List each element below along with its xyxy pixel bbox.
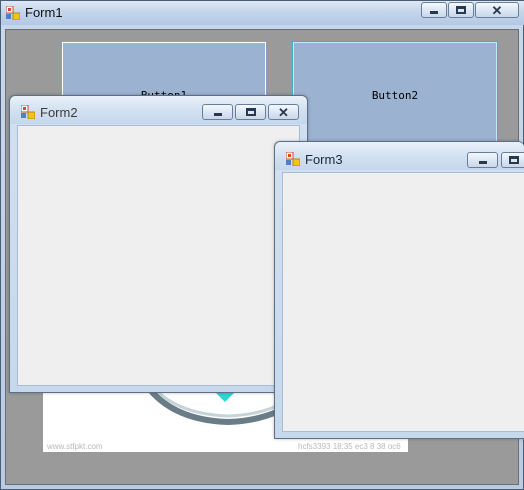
form1-titlebar[interactable]: Form1 ✕: [1, 1, 524, 25]
minimize-icon: [430, 11, 438, 14]
minimize-icon: [478, 161, 487, 164]
form3-maximize-button[interactable]: [501, 152, 524, 168]
form2-titlebar[interactable]: Form2 ✕: [10, 96, 307, 124]
form2-window: Form2 ✕: [9, 95, 308, 393]
watermark-right: hcfs3393 18:35 ec3 8 38 oc6: [298, 442, 401, 451]
minimize-icon: [213, 113, 222, 116]
form1-close-button[interactable]: ✕: [475, 2, 519, 18]
form1-app-icon: [5, 5, 21, 21]
button2-label: Button2: [371, 89, 419, 102]
form3-minimize-button[interactable]: [467, 152, 498, 168]
form2-app-icon: [20, 104, 36, 120]
maximize-icon: [508, 156, 519, 164]
maximize-icon: [245, 108, 256, 116]
form3-title: Form3: [305, 152, 343, 167]
form2-title: Form2: [40, 105, 78, 120]
form3-app-icon: [285, 151, 301, 167]
form2-maximize-button[interactable]: [235, 104, 266, 120]
button2[interactable]: Button2: [292, 41, 498, 151]
form1-title: Form1: [25, 5, 63, 20]
form1-minimize-button[interactable]: [421, 2, 447, 18]
watermark-left: www.stfpkt.com: [47, 442, 103, 451]
form3-titlebar[interactable]: Form3: [275, 142, 524, 170]
form2-minimize-button[interactable]: [202, 104, 233, 120]
close-icon: ✕: [491, 2, 503, 18]
maximize-icon: [456, 6, 466, 14]
form3-client-area: [282, 172, 524, 432]
form3-window: Form3: [274, 141, 524, 439]
form2-client-area: [17, 125, 300, 386]
close-icon: ✕: [278, 104, 289, 120]
form2-close-button[interactable]: ✕: [268, 104, 299, 120]
form1-maximize-button[interactable]: [448, 2, 474, 18]
